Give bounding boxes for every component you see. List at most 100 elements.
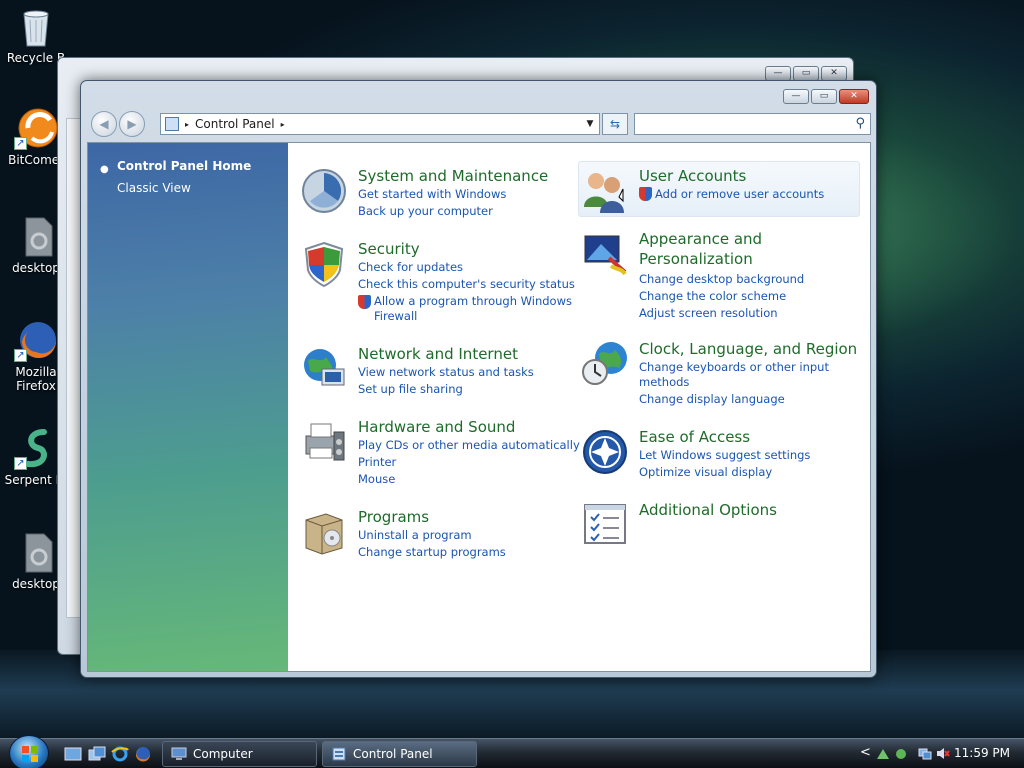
taskbar-button-control-panel[interactable]: Control Panel	[322, 741, 477, 767]
link-screen-resolution[interactable]: Adjust screen resolution	[639, 306, 778, 320]
search-input[interactable]	[635, 115, 845, 135]
link-change-keyboards[interactable]: Change keyboards or other input	[639, 360, 829, 374]
active-bullet-icon: ●	[100, 164, 109, 175]
link-startup-programs[interactable]: Change startup programs	[358, 545, 506, 559]
uac-shield-icon	[639, 187, 652, 201]
show-hidden-icons-button[interactable]: <	[860, 745, 871, 760]
refresh-icon: ⇆	[609, 117, 621, 131]
user-accounts-icon	[581, 167, 629, 215]
ease-of-access-icon	[581, 428, 629, 476]
shortcut-arrow-icon: ↗	[14, 349, 27, 362]
network-tray-icon[interactable]	[876, 747, 890, 760]
window-body: ● Control Panel Home Classic View System…	[87, 142, 871, 672]
network-globe-icon	[300, 345, 348, 393]
link-change-keyboards-line2[interactable]: methods	[639, 375, 689, 389]
security-shield-icon	[300, 240, 348, 288]
link-windows-suggest[interactable]: Let Windows suggest settings	[639, 448, 810, 462]
category-title[interactable]: Ease of Access	[639, 428, 750, 446]
link-back-up[interactable]: Back up your computer	[358, 204, 493, 218]
link-desktop-background[interactable]: Change desktop background	[639, 272, 804, 286]
computer-icon	[171, 747, 187, 760]
security-tray-icon[interactable]	[894, 747, 908, 760]
refresh-button[interactable]: ⇆	[602, 113, 628, 135]
category-title[interactable]: Security	[358, 240, 420, 258]
breadcrumb-arrow-icon: ▸	[185, 119, 190, 129]
link-file-sharing[interactable]: Set up file sharing	[358, 382, 463, 396]
link-check-updates[interactable]: Check for updates	[358, 260, 463, 274]
volume-muted-icon[interactable]	[936, 747, 950, 760]
category-title[interactable]: Additional Options	[639, 501, 777, 519]
control-panel-icon	[332, 747, 346, 761]
forward-arrow-icon: ▶	[127, 117, 137, 131]
navigation-bar: ◀ ▶ ▸ Control Panel ▸ ▼ ⇆ ⚲	[89, 111, 871, 139]
close-button[interactable]: ✕	[839, 89, 869, 104]
link-printer[interactable]: Printer	[358, 455, 396, 469]
programs-box-icon	[300, 508, 348, 556]
windows-logo-icon	[22, 746, 38, 762]
taskbar-button-label: Computer	[193, 747, 253, 761]
start-button[interactable]	[9, 735, 49, 768]
address-bar[interactable]: ▸ Control Panel ▸ ▼	[160, 113, 600, 135]
background-window-controls: — ▭ ✕	[765, 66, 847, 81]
system-maintenance-icon	[300, 167, 348, 215]
link-mouse[interactable]: Mouse	[358, 472, 395, 486]
desktop-icon-recycle-bin[interactable]: Recycle B	[0, 4, 72, 65]
firefox-icon[interactable]	[134, 746, 152, 762]
bitcomet-icon: ↗	[14, 106, 58, 150]
chevron-down-icon[interactable]: ▼	[581, 119, 599, 129]
clock-globe-icon	[581, 340, 629, 388]
link-optimize-display[interactable]: Optimize visual display	[639, 465, 772, 479]
category-title[interactable]: System and Maintenance	[358, 167, 548, 185]
clock[interactable]: 11:59 PM	[954, 746, 1010, 760]
breadcrumb-arrow-icon[interactable]: ▸	[281, 120, 285, 129]
category-title[interactable]: Clock, Language, and Region	[639, 340, 857, 358]
network-connection-icon[interactable]	[918, 747, 932, 760]
window-controls: — ▭ ✕	[783, 89, 869, 104]
link-get-started[interactable]: Get started with Windows	[358, 187, 506, 201]
control-panel-window[interactable]: — ▭ ✕ ◀ ▶ ▸ Control Panel ▸ ▼ ⇆ ⚲ ● Cont…	[80, 80, 877, 678]
maximize-button[interactable]: ▭	[811, 89, 837, 104]
category-title[interactable]: Hardware and Sound	[358, 418, 515, 436]
control-panel-icon	[165, 117, 179, 131]
category-title[interactable]: User Accounts	[639, 167, 746, 185]
taskbar: Computer Control Panel < 11:59 PM	[0, 735, 1024, 768]
breadcrumb-control-panel[interactable]: Control Panel	[195, 117, 275, 131]
appearance-monitor-icon	[581, 230, 629, 278]
category-title[interactable]: Network and Internet	[358, 345, 518, 363]
search-icon[interactable]: ⚲	[855, 116, 865, 131]
close-button[interactable]: ✕	[821, 66, 847, 81]
shortcut-arrow-icon: ↗	[14, 457, 27, 470]
system-tray: < 11:59 PM	[854, 739, 1024, 768]
back-button[interactable]: ◀	[91, 111, 117, 137]
category-title[interactable]: Programs	[358, 508, 429, 526]
checklist-icon	[581, 501, 629, 549]
link-allow-program-firewall[interactable]: Allow a program through Windows	[374, 294, 572, 308]
sidebar-item-classic-view[interactable]: Classic View	[117, 181, 191, 195]
forward-button[interactable]: ▶	[119, 111, 145, 137]
link-security-status[interactable]: Check this computer's security status	[358, 277, 575, 291]
category-title-line2[interactable]: Personalization	[639, 250, 753, 268]
link-display-language[interactable]: Change display language	[639, 392, 785, 406]
taskbar-button-computer[interactable]: Computer	[162, 741, 317, 767]
uac-shield-icon	[358, 295, 371, 309]
category-title-line1[interactable]: Appearance and	[639, 230, 762, 248]
sidebar-item-control-panel-home[interactable]: Control Panel Home	[117, 159, 251, 173]
link-add-remove-users[interactable]: Add or remove user accounts	[655, 187, 824, 201]
link-network-status[interactable]: View network status and tasks	[358, 365, 534, 379]
back-arrow-icon: ◀	[99, 117, 109, 131]
minimize-button[interactable]: —	[783, 89, 809, 104]
internet-explorer-icon[interactable]	[111, 746, 129, 762]
link-autoplay[interactable]: Play CDs or other media automatically	[358, 438, 580, 452]
search-box[interactable]: ⚲	[634, 113, 871, 135]
show-desktop-icon[interactable]	[64, 746, 82, 762]
switch-windows-icon[interactable]	[88, 746, 106, 762]
recycle-bin-icon	[14, 4, 58, 48]
minimize-button[interactable]: —	[765, 66, 791, 81]
link-color-scheme[interactable]: Change the color scheme	[639, 289, 786, 303]
desktop-file-icon	[14, 214, 58, 258]
category-view: System and Maintenance Get started with …	[288, 143, 870, 671]
link-allow-program-firewall-line2[interactable]: Firewall	[374, 309, 417, 323]
link-uninstall[interactable]: Uninstall a program	[358, 528, 472, 542]
taskbar-button-label: Control Panel	[353, 747, 433, 761]
maximize-button[interactable]: ▭	[793, 66, 819, 81]
